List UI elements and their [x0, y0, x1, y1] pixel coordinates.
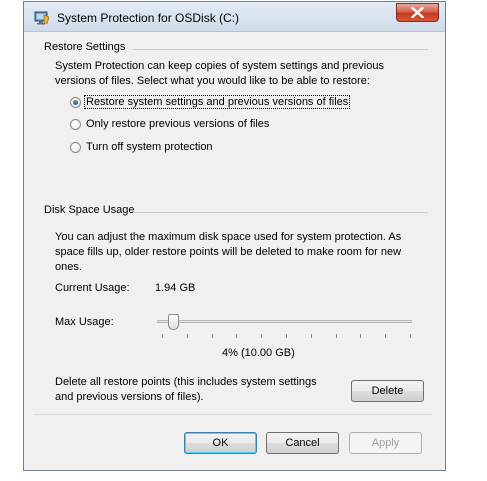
restore-settings-heading: Restore Settings	[44, 41, 126, 53]
radio-restore-system-and-files[interactable]: Restore system settings and previous ver…	[70, 93, 351, 111]
title-bar[interactable]: System Protection for OSDisk (C:)	[24, 2, 445, 32]
slider-tick	[261, 334, 262, 338]
slider-tick	[212, 334, 213, 338]
max-usage-readout: 4% (10.00 GB)	[222, 347, 295, 359]
system-protection-icon	[34, 11, 50, 25]
disk-space-divider	[134, 212, 428, 213]
radio-button-selected[interactable]	[70, 96, 81, 108]
slider-tick	[286, 334, 287, 338]
slider-tick	[236, 334, 237, 338]
radio-button[interactable]	[70, 118, 81, 130]
restore-settings-description-line1: System Protection can keep copies of sys…	[55, 60, 384, 72]
radio-button[interactable]	[70, 141, 81, 153]
delete-description-line1: Delete all restore points (this includes…	[55, 376, 317, 388]
apply-button[interactable]: Apply	[349, 432, 422, 454]
max-usage-slider-thumb[interactable]	[168, 314, 179, 330]
apply-button-label: Apply	[371, 437, 400, 449]
cancel-button-label: Cancel	[285, 437, 320, 449]
current-usage-value: 1.94 GB	[155, 282, 196, 294]
slider-tick	[360, 334, 361, 338]
slider-tick	[162, 334, 163, 338]
radio-label: Restore system settings and previous ver…	[83, 95, 351, 109]
slider-tick	[187, 334, 188, 338]
close-icon	[411, 7, 424, 18]
slider-tick	[311, 334, 312, 338]
current-usage-label: Current Usage:	[55, 282, 130, 294]
footer-divider	[34, 414, 432, 415]
radio-label: Only restore previous versions of files	[86, 118, 270, 130]
ok-button[interactable]: OK	[184, 432, 257, 454]
disk-space-description-line1: You can adjust the maximum disk space us…	[55, 231, 402, 243]
cancel-button[interactable]: Cancel	[266, 432, 339, 454]
system-protection-dialog: System Protection for OSDisk (C:) Restor…	[23, 1, 446, 471]
radio-only-previous-versions[interactable]: Only restore previous versions of files	[70, 115, 270, 133]
slider-tick	[336, 334, 337, 338]
restore-settings-description-line2: versions of files. Select what you would…	[55, 75, 370, 87]
disk-space-heading: Disk Space Usage	[44, 204, 135, 216]
slider-tick	[410, 334, 411, 338]
close-button[interactable]	[396, 3, 439, 22]
disk-space-description-line2: space fills up, older restore points wil…	[55, 246, 402, 258]
max-usage-slider-track[interactable]	[157, 320, 412, 323]
delete-button-label: Delete	[371, 385, 404, 397]
max-usage-label: Max Usage:	[55, 316, 114, 328]
restore-settings-divider	[133, 49, 428, 50]
disk-space-description-line3: ones.	[55, 261, 82, 273]
window-title: System Protection for OSDisk (C:)	[57, 11, 240, 25]
radio-turn-off-protection[interactable]: Turn off system protection	[70, 138, 214, 156]
slider-tick	[385, 334, 386, 338]
ok-button-label: OK	[212, 437, 229, 449]
radio-label: Turn off system protection	[86, 141, 213, 153]
delete-description-line2: and previous versions of files).	[55, 391, 204, 403]
delete-button[interactable]: Delete	[351, 380, 424, 402]
